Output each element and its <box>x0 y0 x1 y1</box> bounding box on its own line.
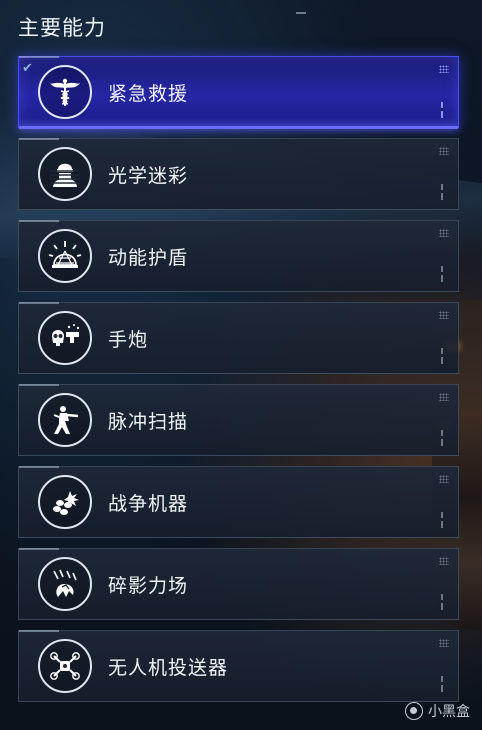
watermark: 小黑盒 <box>405 701 470 721</box>
grip-dots-icon <box>439 311 449 319</box>
kinetic-shield-dome-icon <box>38 229 92 283</box>
item-top-accent <box>19 302 59 304</box>
slot-bar-icon <box>441 348 446 364</box>
item-top-accent <box>19 138 59 140</box>
drone-dispenser-icon <box>38 639 92 693</box>
ability-item-emergency-rescue[interactable]: ✔ 紧急救援 <box>18 56 459 129</box>
shattered-field-icon <box>38 557 92 611</box>
optic-camo-soldier-icon <box>38 147 92 201</box>
ability-item-drone-dispenser[interactable]: 无人机投送器 <box>18 630 459 702</box>
slot-bar-icon <box>441 594 446 610</box>
item-top-accent <box>19 220 59 222</box>
grip-dots-icon <box>439 393 449 401</box>
grip-dots-icon <box>439 639 449 647</box>
item-top-accent <box>19 466 59 468</box>
ability-item-shatter-field[interactable]: 碎影力场 <box>18 548 459 620</box>
item-top-accent <box>19 384 59 386</box>
ability-item-kinetic-shield[interactable]: 动能护盾 <box>18 220 459 292</box>
section-title: 主要能力 <box>18 16 106 40</box>
slot-bar-icon <box>441 430 446 446</box>
item-top-accent <box>19 56 59 58</box>
item-top-accent <box>19 630 59 632</box>
header-tick-mark <box>296 12 306 14</box>
skull-hand-cannon-icon <box>38 311 92 365</box>
slot-bar-icon <box>441 676 446 692</box>
ability-label: 战争机器 <box>108 492 189 515</box>
ability-item-war-machine[interactable]: 战争机器 <box>18 466 459 538</box>
ability-list: ✔ 紧急救援 光学迷彩 动能护盾 手炮 脉冲扫描 战争机器 碎影力场 无人机投送… <box>18 56 459 712</box>
slot-bar-icon <box>441 512 446 528</box>
running-soldier-pulse-icon <box>38 393 92 447</box>
slot-bar-icon <box>441 102 446 118</box>
check-icon: ✔ <box>22 61 33 76</box>
ability-label: 紧急救援 <box>108 82 189 105</box>
ability-label: 无人机投送器 <box>108 656 229 679</box>
item-top-accent <box>19 548 59 550</box>
grip-dots-icon <box>439 65 449 73</box>
grip-dots-icon <box>439 147 449 155</box>
ability-label: 手炮 <box>108 328 149 351</box>
watermark-text: 小黑盒 <box>428 704 470 720</box>
grip-dots-icon <box>439 475 449 483</box>
ability-item-hand-cannon[interactable]: 手炮 <box>18 302 459 374</box>
grip-dots-icon <box>439 229 449 237</box>
ability-item-pulse-scan[interactable]: 脉冲扫描 <box>18 384 459 456</box>
slot-bar-icon <box>441 184 446 200</box>
war-machine-explosion-icon <box>38 475 92 529</box>
ability-label: 碎影力场 <box>108 574 189 597</box>
xiaoheihe-logo-icon <box>405 702 423 720</box>
ability-label: 光学迷彩 <box>108 164 189 187</box>
ability-label: 动能护盾 <box>108 246 189 269</box>
grip-dots-icon <box>439 557 449 565</box>
ability-label: 脉冲扫描 <box>108 410 189 433</box>
slot-bar-icon <box>441 266 446 282</box>
medic-caduceus-icon <box>38 65 92 119</box>
ability-item-optic-camo[interactable]: 光学迷彩 <box>18 138 459 210</box>
